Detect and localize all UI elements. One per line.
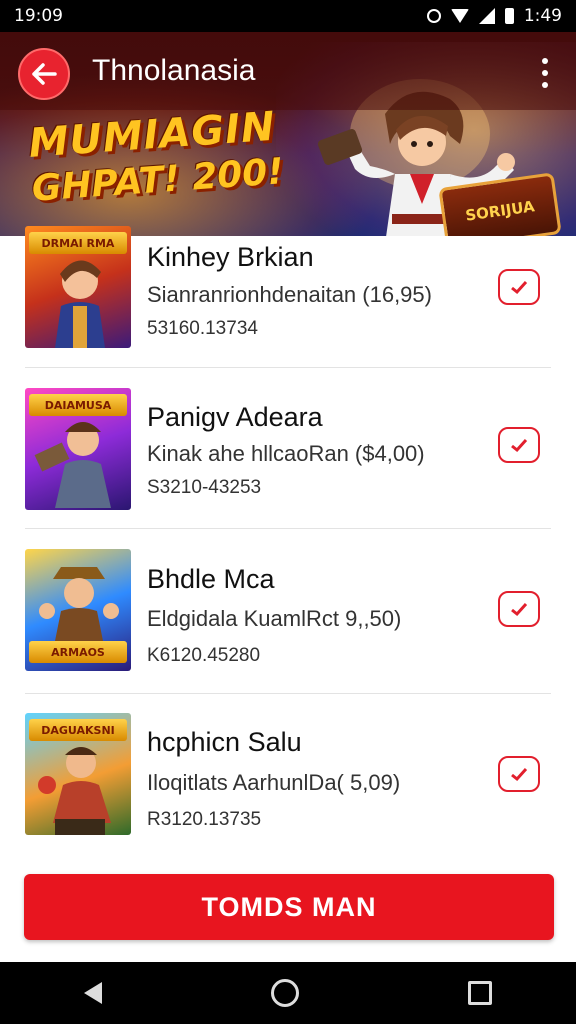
more-vert-icon-dot [542, 82, 548, 88]
item-subtitle: Sianranrionhdenaitan (16,95) [147, 282, 432, 307]
nav-back-icon[interactable] [84, 982, 103, 1004]
status-clock: 1:49 [523, 6, 562, 26]
select-button[interactable] [498, 427, 540, 463]
list-item[interactable]: DRMAI RMA Kinhey Brkian Sianranrionhdena… [0, 226, 576, 397]
select-button[interactable] [498, 269, 540, 305]
wifi-icon [450, 9, 469, 23]
list-item[interactable]: DAIAMUSA Panigv Adeara Kinak ahe hllcaoR… [0, 388, 576, 558]
more-vert-icon-dot [542, 58, 548, 64]
item-title: hcphicn Salu [147, 727, 302, 757]
character-art [34, 422, 111, 508]
item-subtitle: Iloqitlats AarhunlDa( 5,09) [147, 770, 401, 795]
battery-icon [504, 8, 514, 24]
game-thumbnail: DRMAI RMA [25, 226, 131, 348]
nav-recents-icon[interactable] [467, 981, 492, 1005]
item-title: Kinhey Brkian [147, 242, 314, 272]
check-icon [511, 280, 528, 295]
arrow-left-icon [32, 63, 57, 85]
item-code: R3120.13735 [147, 809, 262, 830]
game-thumbnail: DAGUAKSNI [25, 713, 131, 835]
item-code: 53160.13734 [147, 318, 258, 339]
divider [25, 693, 551, 694]
divider [25, 367, 551, 368]
item-title: Bhdle Mca [147, 564, 275, 594]
status-bar: 19:09 1:49 [0, 0, 576, 32]
status-time: 19:09 [14, 6, 63, 26]
app-title: Thnolanasia [92, 54, 256, 87]
item-code: S3210-43253 [147, 477, 262, 498]
character-art [39, 567, 119, 641]
check-icon [511, 602, 528, 617]
more-vert-icon-dot [542, 70, 548, 76]
character-art [55, 260, 105, 348]
list-item[interactable]: ARMAOS Bhdle Mca Eldgidala KuamlRct 9,,5… [0, 549, 576, 719]
game-list: DRMAI RMA Kinhey Brkian Sianranrionhdena… [0, 226, 576, 880]
divider [25, 528, 551, 529]
primary-action-button[interactable]: TOMDS MAN [24, 874, 554, 940]
character-art [38, 747, 111, 835]
check-icon [511, 438, 528, 453]
list-item[interactable]: DAGUAKSNI hcphicn Salu Iloqitlats Aarhun… [0, 713, 576, 880]
item-subtitle: Eldgidala KuamlRct 9,,50) [147, 606, 402, 631]
select-button[interactable] [498, 756, 540, 792]
more-options-button[interactable] [540, 58, 550, 88]
game-thumbnail: DAIAMUSA [25, 388, 131, 510]
item-subtitle: Kinak ahe hllcaoRan ($4,00) [147, 441, 425, 466]
alarm-icon [426, 9, 441, 23]
toolbar: Thnolanasia [0, 32, 576, 110]
game-thumbnail: ARMAOS [25, 549, 131, 671]
select-button[interactable] [498, 591, 540, 627]
item-title: Panigv Adeara [147, 402, 323, 432]
system-navigation-bar [0, 962, 576, 1024]
signal-icon [478, 8, 495, 24]
check-icon [511, 767, 528, 782]
header-banner: Thnolanasia MUMIAGIN GHPAT! 200! SORIJUA [0, 32, 576, 236]
status-icons: 1:49 [426, 6, 562, 26]
item-code: K6120.45280 [147, 645, 261, 666]
promo-banner-text[interactable]: MUMIAGIN GHPAT! 200! [27, 103, 285, 210]
nav-home-icon[interactable] [270, 979, 299, 1007]
back-button[interactable] [18, 48, 70, 100]
